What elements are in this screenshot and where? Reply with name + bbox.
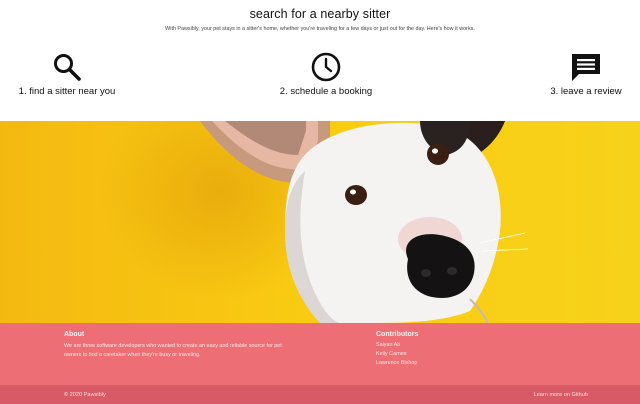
page-title: search for a nearby sitter <box>249 7 391 21</box>
step-find-sitter: 1. find a sitter near you <box>14 52 120 97</box>
contributor-link[interactable]: Kelly Carnes <box>376 350 418 359</box>
intro-section: search for a nearby sitter With Pawsibly… <box>0 0 640 32</box>
copyright-text: © 2020 Pawsibly <box>64 392 106 398</box>
step-label: 3. leave a review <box>550 86 622 97</box>
site-footer: About We are three software developers w… <box>0 323 640 385</box>
contributors-list: Saiyan Ali Kelly Carnes Lawrence Bishop <box>376 341 418 368</box>
contributor-link[interactable]: Lawrence Bishop <box>376 359 418 368</box>
footer-bottom-bar: © 2020 Pawsibly Learn more on Github <box>0 385 640 404</box>
contributors-heading: Contributors <box>376 331 419 338</box>
step-schedule-booking: 2. schedule a booking <box>274 52 378 97</box>
contributor-link[interactable]: Saiyan Ali <box>376 341 418 350</box>
step-label: 1. find a sitter near you <box>18 86 116 97</box>
footer-about: About We are three software developers w… <box>64 331 284 359</box>
chat-icon <box>572 54 600 81</box>
search-icon <box>54 54 81 81</box>
footer-contributors: Contributors Saiyan Ali Kelly Carnes Law… <box>376 331 418 368</box>
intro-subtitle: With Pawsibly, your pet stays in a sitte… <box>165 26 475 32</box>
dog-illustration <box>0 121 640 323</box>
clock-icon <box>311 52 341 82</box>
about-text: We are three software developers who wan… <box>64 343 282 358</box>
hero-dog-image <box>0 121 640 323</box>
how-it-works-steps: 1. find a sitter near you 2. schedule a … <box>0 52 640 108</box>
github-link[interactable]: Learn more on Github <box>534 392 588 398</box>
step-label: 2. schedule a booking <box>279 86 373 97</box>
step-leave-review: 3. leave a review <box>546 52 626 97</box>
about-heading: About <box>64 331 85 338</box>
